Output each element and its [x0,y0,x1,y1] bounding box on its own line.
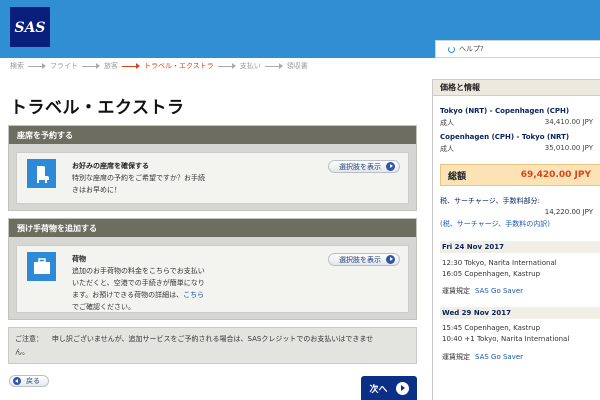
breadcrumb-step-passengers: 旅客 [104,62,118,70]
breadcrumb: 検索 フライト 旅客 トラベル・エクストラ 支払い 領収書 [10,61,308,71]
tax-label: 税、サーチャージ、手数料部分: [440,197,540,205]
page-title: トラベル・エクストラ [10,98,185,118]
total-price-box: 総額 69,420.00 JPY [440,164,600,186]
arrow-right-icon [395,381,409,395]
breadcrumb-step-travel-extras: トラベル・エクストラ [144,62,214,70]
baggage-description: 荷物 追加のお手荷物の料金をこちらでお支払い いただくと、空港での手続きが簡単に… [72,253,347,313]
seat-panel-body: お好みの座席を確保する 特別な座席の予約をご希望ですか？お手続 きはお早めに！ … [16,152,409,204]
help-button[interactable]: ヘルプ? [435,40,600,58]
sas-logo[interactable]: SAS [10,7,50,47]
passenger-type: 成人 [440,145,454,153]
breadcrumb-step-payment: 支払い [239,62,261,70]
fare-rule-label: 運賃規定 [442,353,470,361]
baggage-panel-header: 預け手荷物を追加する [9,219,416,237]
button-label: 選択肢を表示 [339,255,381,264]
baggage-text-line: ます。お預けできる荷物の詳細は、こちら [72,289,347,301]
leg-departure: 12:30 Tokyo, Narita International [442,259,557,267]
breadcrumb-arrow-icon [82,63,100,69]
flight-price: 34,410.00 JPY [544,118,593,126]
flight-route: Copenhagen (CPH) - Tokyo (NRT) [440,133,570,141]
seat-panel-header: 座席を予約する [9,126,416,144]
notice-text: 申し訳ございませんが、追加サービスをご予約される場合は、SASクレジットでのお支… [51,335,374,343]
passenger-type: 成人 [440,119,454,127]
loading-icon [448,45,455,53]
baggage-text-line: でご確認ください。 [72,303,135,311]
seat-text-line: きはお早めに！ [72,186,121,194]
baggage-text-span: ます。お預けできる荷物の詳細は、 [72,291,184,299]
seat-icon [27,159,56,188]
seat-text-line: 特別な座席の予約をご希望ですか？お手続 [72,174,205,182]
leg-arrival: 10:40 +1 Tokyo, Narita International [442,335,570,343]
baggage-panel: 預け手荷物を追加する 荷物 追加のお手荷物の料金をこちらでお支払い いただくと、… [8,218,417,320]
baggage-text-line: 追加のお手荷物の料金をこちらでお支払い [72,267,205,275]
notice-line: ん。 [15,348,29,356]
total-value: 69,420.00 JPY [520,170,591,180]
notice-box: ご注意： 申し訳ございませんが、追加サービスをご予約される場合は、SASクレジッ… [8,327,417,364]
flight-price: 35,010.00 JPY [544,144,593,152]
leg-date: Wed 29 Nov 2017 [440,307,600,319]
total-label: 総額 [448,171,467,182]
fare-rule-link[interactable]: SAS Go Saver [475,287,523,295]
leg-date: Fri 24 Nov 2017 [440,241,600,253]
baggage-show-options-button[interactable]: 選択肢を表示 [328,253,400,266]
suitcase-icon [27,252,56,281]
leg-arrival: 16:05 Copenhagen, Kastrup [442,270,541,278]
seat-reservation-panel: 座席を予約する お好みの座席を確保する 特別な座席の予約をご希望ですか？お手続 … [8,125,417,211]
arrow-right-icon [386,255,395,264]
flight-price-row: 成人 35,010.00 JPY [440,144,593,154]
tax-value: 14,220.00 JPY [544,208,593,216]
fare-rule: 運賃規定 SAS Go Saver [442,352,523,362]
baggage-details-link[interactable]: こちら [183,291,204,299]
site-header: SAS ヘルプ? [0,0,600,58]
fare-rule: 運賃規定 SAS Go Saver [442,286,523,296]
baggage-text-line: いただくと、空港での手続きが簡単になり [72,279,205,287]
breadcrumb-step-receipt: 領収書 [286,62,308,70]
svg-text:SAS: SAS [14,20,45,36]
price-sidebar: 価格と情報 Tokyo (NRT) - Copenhagen (CPH) 成人 … [432,79,600,400]
fare-rule-label: 運賃規定 [442,287,470,295]
sas-logo-mark: SAS [14,20,45,36]
tax-breakdown-link[interactable]: (税、サーチャージ、手数料の内訳) [440,219,550,229]
breadcrumb-arrow-icon [217,63,236,69]
sidebar-flights: Tokyo (NRT) - Copenhagen (CPH) 成人 34,410… [433,102,600,232]
notice-line: ご注意： 申し訳ございませんが、追加サービスをご予約される場合は、SASクレジッ… [15,333,410,346]
seat-description: お好みの座席を確保する 特別な座席の予約をご希望ですか？お手続 きはお早めに！ [72,160,347,196]
next-label: 次へ [369,384,388,395]
breadcrumb-step-flights: フライト [50,62,78,70]
button-label: 選択肢を表示 [339,162,381,171]
seat-show-options-button[interactable]: 選択肢を表示 [328,160,400,173]
breadcrumb-arrow-icon [264,63,283,69]
arrow-left-icon [13,377,21,385]
leg-segment: 12:30 Tokyo, Narita International 16:05 … [442,258,557,280]
leg-departure: 15:45 Copenhagen, Kastrup [442,324,541,332]
breadcrumb-step-search: 検索 [10,62,24,70]
leg-segment: 15:45 Copenhagen, Kastrup 10:40 +1 Tokyo… [442,323,569,345]
back-button[interactable]: 戻る [9,375,49,387]
arrow-right-icon [386,162,395,171]
breadcrumb-arrow-icon [28,63,46,69]
fare-rule-link[interactable]: SAS Go Saver [475,353,523,361]
sidebar-title: 価格と情報 [433,79,600,96]
breadcrumb-arrow-icon [122,63,140,69]
back-label: 戻る [26,377,40,385]
help-label: ヘルプ? [459,45,484,53]
next-button[interactable]: 次へ [361,376,417,400]
flight-route: Tokyo (NRT) - Copenhagen (CPH) [440,107,570,115]
seat-title: お好みの座席を確保する [72,162,149,170]
baggage-title: 荷物 [72,255,86,263]
flight-price-row: 成人 34,410.00 JPY [440,118,593,128]
notice-label: ご注意： [15,335,43,343]
baggage-panel-body: 荷物 追加のお手荷物の料金をこちらでお支払い いただくと、空港での手続きが簡単に… [16,245,409,313]
